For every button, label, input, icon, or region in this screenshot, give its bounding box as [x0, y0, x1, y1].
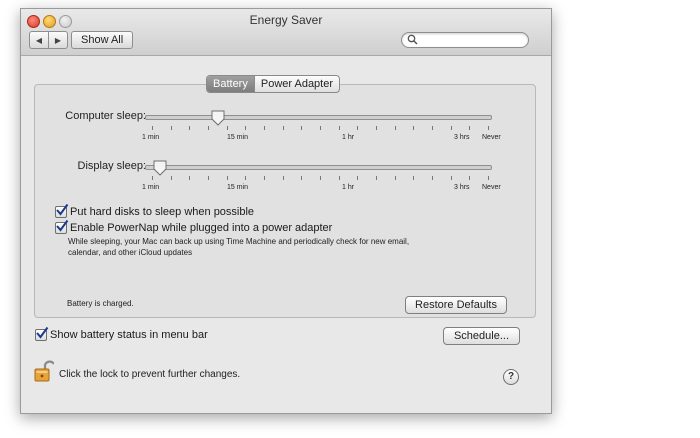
tick-mark	[376, 126, 377, 130]
show-all-button[interactable]: Show All	[71, 31, 134, 49]
energy-saver-window: Energy Saver ◀ ▶ Show All Battery Power …	[20, 8, 552, 414]
powernap-description-line-1: While sleeping, your Mac can back up usi…	[68, 237, 410, 246]
title-toolbar: Energy Saver ◀ ▶ Show All	[21, 9, 551, 56]
tick-mark	[432, 126, 433, 130]
display-sleep-tick-15min: 15 min	[227, 184, 249, 191]
tick-mark	[320, 126, 321, 130]
powernap-option[interactable]: Enable PowerNap while plugged into a pow…	[55, 219, 333, 234]
help-button[interactable]: ?	[503, 369, 519, 385]
computer-sleep-slider-thumb[interactable]	[211, 110, 225, 126]
powernap-description-line-2: calendar, and other iCloud updates	[68, 248, 193, 257]
tick-mark	[488, 126, 489, 130]
tab-bar: Battery Power Adapter	[206, 75, 341, 93]
forward-arrow-icon: ▶	[54, 35, 62, 45]
restore-defaults-button[interactable]: Restore Defaults	[405, 296, 507, 314]
tick-mark	[413, 126, 414, 130]
hard-disks-sleep-checkbox[interactable]	[55, 203, 69, 218]
hard-disks-sleep-option[interactable]: Put hard disks to sleep when possible	[55, 203, 255, 218]
forward-button[interactable]: ▶	[48, 32, 67, 48]
back-arrow-icon: ◀	[35, 35, 43, 45]
display-sleep-slider-thumb[interactable]	[153, 160, 167, 176]
tick-mark	[451, 126, 452, 130]
search-field[interactable]	[401, 32, 529, 48]
tab-power-adapter[interactable]: Power Adapter	[253, 76, 339, 92]
tick-mark	[469, 126, 470, 130]
show-battery-status-option[interactable]: Show battery status in menu bar	[35, 326, 208, 341]
search-input[interactable]	[420, 33, 520, 47]
tick-mark	[227, 126, 228, 130]
powernap-label: Enable PowerNap while plugged into a pow…	[70, 222, 333, 234]
battery-settings-panel: Computer sleep: 1 min 15 min 1 hr 3 hrs …	[34, 84, 536, 318]
tick-mark	[189, 176, 190, 180]
tick-mark	[283, 126, 284, 130]
display-sleep-tick-3hrs: 3 hrs	[454, 184, 470, 191]
tick-mark	[413, 176, 414, 180]
tick-mark	[152, 176, 153, 180]
computer-sleep-label: Computer sleep:	[65, 110, 146, 122]
computer-sleep-tick-3hrs: 3 hrs	[454, 134, 470, 141]
tick-mark	[264, 126, 265, 130]
display-sleep-slider-track[interactable]	[145, 165, 492, 170]
display-sleep-label: Display sleep:	[77, 160, 146, 172]
tick-mark	[376, 176, 377, 180]
tick-mark	[395, 176, 396, 180]
tick-mark	[320, 176, 321, 180]
tick-mark	[245, 176, 246, 180]
checkmark-icon	[56, 219, 69, 232]
tick-mark	[488, 176, 489, 180]
checkmark-icon	[56, 203, 69, 216]
tick-mark	[171, 126, 172, 130]
tick-mark	[171, 176, 172, 180]
tick-mark	[301, 126, 302, 130]
tick-mark	[357, 176, 358, 180]
tick-mark	[339, 126, 340, 130]
tab-battery[interactable]: Battery	[207, 76, 254, 92]
show-battery-status-label: Show battery status in menu bar	[50, 329, 208, 341]
tick-mark	[301, 176, 302, 180]
tick-mark	[469, 176, 470, 180]
computer-sleep-tick-1hr: 1 hr	[342, 134, 355, 141]
checkmark-icon	[36, 326, 49, 339]
tick-mark	[283, 176, 284, 180]
window-title: Energy Saver	[249, 13, 323, 27]
tick-mark	[357, 126, 358, 130]
tick-mark	[245, 126, 246, 130]
tick-mark	[339, 176, 340, 180]
tick-mark	[451, 176, 452, 180]
schedule-button[interactable]: Schedule...	[443, 327, 520, 345]
computer-sleep-slider-track[interactable]	[145, 115, 492, 120]
tick-mark	[208, 126, 209, 130]
tick-mark	[189, 126, 190, 130]
battery-status-text: Battery is charged.	[67, 299, 134, 308]
powernap-description: While sleeping, your Mac can back up usi…	[68, 236, 409, 258]
display-sleep-tick-never: Never	[482, 184, 501, 191]
search-icon	[407, 34, 418, 45]
nav-buttons: ◀ ▶	[29, 31, 68, 49]
hard-disks-sleep-label: Put hard disks to sleep when possible	[70, 206, 255, 218]
tick-mark	[432, 176, 433, 180]
lock-icon[interactable]	[34, 359, 54, 383]
computer-sleep-tick-never: Never	[482, 134, 501, 141]
tick-mark	[264, 176, 265, 180]
back-button[interactable]: ◀	[30, 32, 48, 48]
computer-sleep-tick-15min: 15 min	[227, 134, 249, 141]
tick-mark	[227, 176, 228, 180]
powernap-checkbox[interactable]	[55, 219, 69, 234]
display-sleep-tick-1hr: 1 hr	[342, 184, 355, 191]
tick-mark	[395, 126, 396, 130]
show-battery-status-checkbox[interactable]	[35, 326, 49, 341]
lock-instruction-text: Click the lock to prevent further change…	[59, 369, 241, 380]
tick-mark	[208, 176, 209, 180]
computer-sleep-tick-1min: 1 min	[142, 134, 160, 141]
tick-mark	[152, 126, 153, 130]
display-sleep-tick-1min: 1 min	[142, 184, 160, 191]
